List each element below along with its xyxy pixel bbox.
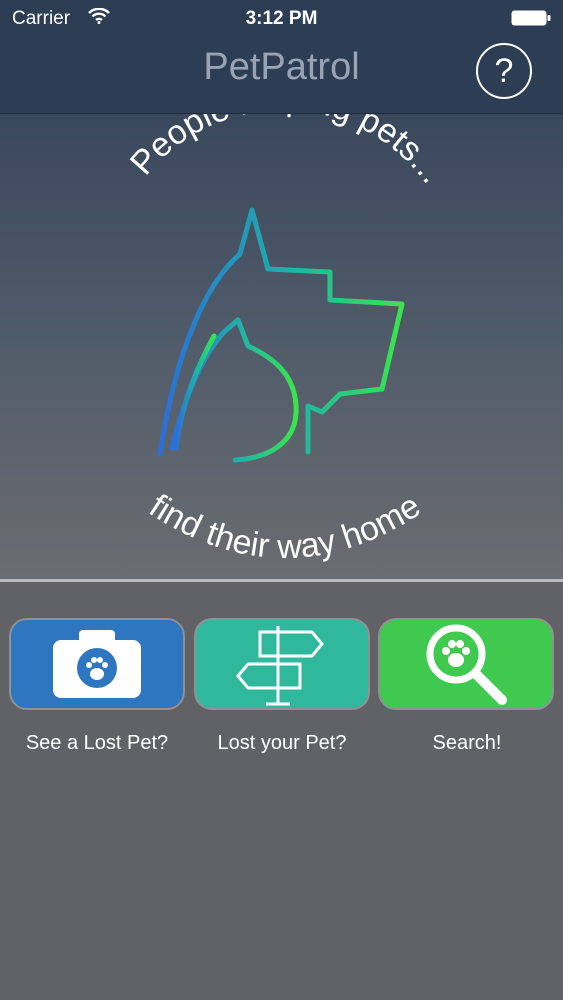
search-label[interactable]: Search! [375, 732, 559, 755]
lost-your-pet-button[interactable] [194, 618, 370, 710]
magnifier-paw-icon [426, 624, 507, 705]
see-lost-pet-label[interactable]: See a Lost Pet? [5, 732, 189, 755]
help-button[interactable]: ? [476, 43, 532, 99]
lost-your-pet-label[interactable]: Lost your Pet? [190, 732, 374, 755]
search-button[interactable] [378, 618, 554, 710]
tagline-top: People helping pets... [123, 114, 452, 190]
battery-icon [511, 10, 551, 26]
status-bar: Carrier 3:12 PM [0, 0, 563, 38]
dog-cat-logo [157, 207, 405, 463]
hero-banner: People helping pets... find their way ho… [0, 114, 563, 580]
action-panel: See a Lost Pet? Lost your Pet? Search! [0, 582, 563, 1000]
help-question-icon: ? [494, 51, 514, 90]
hero-logo-graphic: People helping pets... find their way ho… [123, 114, 452, 566]
status-time: 3:12 PM [245, 8, 318, 29]
camera-paw-icon [53, 630, 141, 698]
signpost-icon [236, 626, 324, 706]
tagline-bottom: find their way home [143, 487, 427, 566]
navigation-bar: PetPatrol ? [0, 38, 563, 114]
see-lost-pet-button[interactable] [9, 618, 185, 710]
